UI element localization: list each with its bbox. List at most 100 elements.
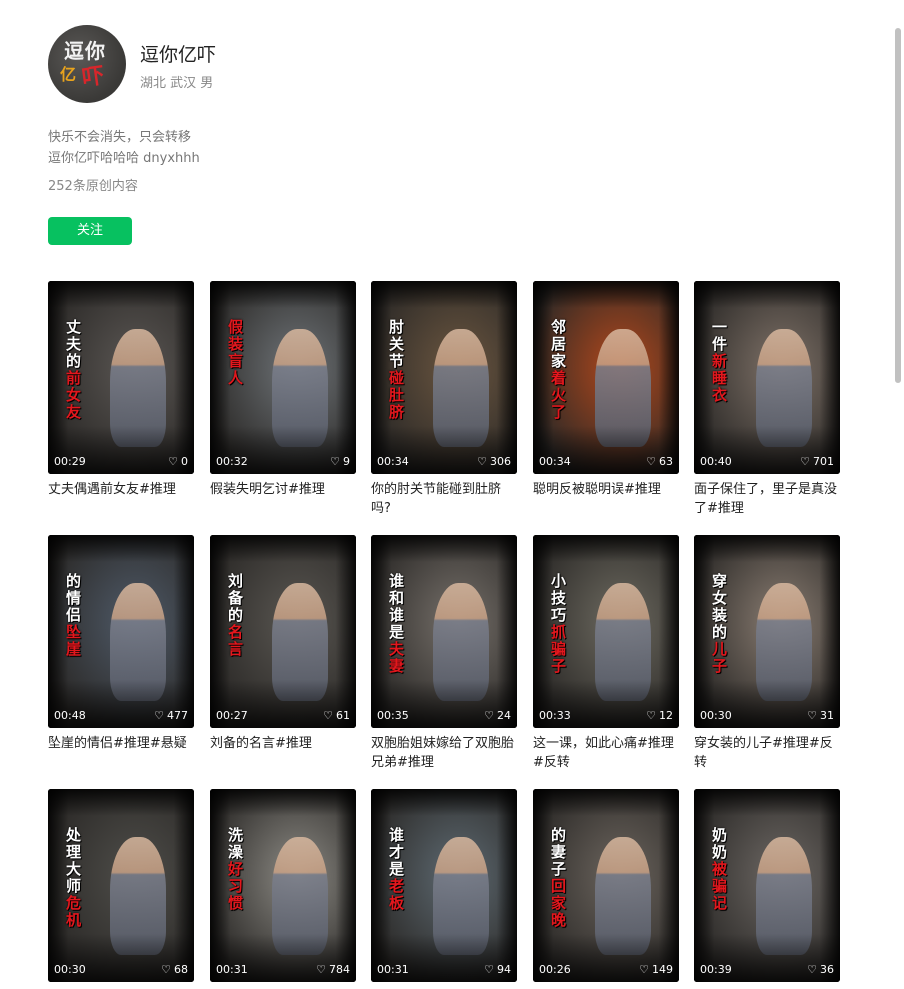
- video-title[interactable]: 双胞胎姐妹嫁给了双胞胎兄弟#推理: [371, 734, 517, 772]
- video-title[interactable]: 丈夫偶遇前女友#推理: [48, 480, 194, 499]
- heart-icon: ♡: [161, 963, 171, 976]
- heart-icon: ♡: [323, 709, 333, 722]
- avatar[interactable]: 逗你 亿 吓: [48, 25, 126, 103]
- caption-red: 被骗记: [712, 860, 728, 912]
- video-duration: 00:32: [216, 455, 248, 468]
- video-card[interactable]: 刘备的名言 00:27 ♡ 61 刘备的名言#推理: [210, 535, 356, 753]
- thumbnail-caption: 处理大师危机: [66, 827, 88, 929]
- thumbnail-caption: 谁才是老板: [389, 827, 411, 912]
- caption-red: 夫妻: [389, 640, 405, 675]
- thumbnail-caption: 丈夫的前女友: [66, 319, 88, 421]
- heart-icon: ♡: [807, 709, 817, 722]
- thumbnail-caption: 肘关节碰肚脐: [389, 319, 411, 421]
- caption-white: 洗澡: [228, 826, 244, 861]
- video-card[interactable]: 丈夫的前女友 00:29 ♡ 0 丈夫偶遇前女友#推理: [48, 281, 194, 499]
- like-count: 63: [659, 455, 673, 468]
- video-duration: 00:34: [377, 455, 409, 468]
- caption-white: 刘备的: [228, 572, 244, 624]
- video-card[interactable]: 处理大师危机 00:30 ♡ 68: [48, 789, 194, 988]
- like-count: 0: [181, 455, 188, 468]
- video-thumbnail[interactable]: 肘关节碰肚脐 00:34 ♡ 306: [371, 281, 517, 474]
- video-card[interactable]: 谁才是老板 00:31 ♡ 94: [371, 789, 517, 988]
- video-likes: ♡ 0: [168, 455, 188, 468]
- video-card[interactable]: 的情侣坠崖 00:48 ♡ 477 坠崖的情侣#推理#悬疑: [48, 535, 194, 753]
- video-duration: 00:39: [700, 963, 732, 976]
- video-thumbnail[interactable]: 丈夫的前女友 00:29 ♡ 0: [48, 281, 194, 474]
- follow-button[interactable]: 关注: [48, 217, 132, 245]
- video-card[interactable]: 邻居家着火了 00:34 ♡ 63 聪明反被聪明误#推理: [533, 281, 679, 499]
- video-card[interactable]: 的妻子回家晚 00:26 ♡ 149: [533, 789, 679, 988]
- video-thumbnail[interactable]: 的情侣坠崖 00:48 ♡ 477: [48, 535, 194, 728]
- heart-icon: ♡: [477, 455, 487, 468]
- video-card[interactable]: 假装盲人 00:32 ♡ 9 假装失明乞讨#推理: [210, 281, 356, 499]
- video-card[interactable]: 奶奶被骗记 00:39 ♡ 36: [694, 789, 840, 988]
- video-title[interactable]: 假装失明乞讨#推理: [210, 480, 356, 499]
- thumbnail-caption: 假装盲人: [228, 319, 250, 387]
- video-card[interactable]: 小技巧抓骗子 00:33 ♡ 12 这一课，如此心痛#推理#反转: [533, 535, 679, 772]
- video-likes: ♡ 31: [807, 709, 834, 722]
- profile-location: 湖北 武汉 男: [140, 76, 214, 91]
- video-likes: ♡ 61: [323, 709, 350, 722]
- video-thumbnail[interactable]: 穿女装的儿子 00:30 ♡ 31: [694, 535, 840, 728]
- caption-white: 丈夫的: [66, 318, 82, 370]
- caption-red: 回家晚: [551, 877, 567, 929]
- video-duration: 00:30: [54, 963, 86, 976]
- video-thumbnail[interactable]: 的妻子回家晚 00:26 ♡ 149: [533, 789, 679, 982]
- video-card[interactable]: 洗澡好习惯 00:31 ♡ 784: [210, 789, 356, 988]
- caption-red: 抓骗子: [551, 623, 567, 675]
- video-title[interactable]: 这一课，如此心痛#推理#反转: [533, 734, 679, 772]
- video-thumbnail[interactable]: 一件新睡衣 00:40 ♡ 701: [694, 281, 840, 474]
- video-card[interactable]: 谁和谁是夫妻 00:35 ♡ 24 双胞胎姐妹嫁给了双胞胎兄弟#推理: [371, 535, 517, 772]
- video-card[interactable]: 肘关节碰肚脐 00:34 ♡ 306 你的肘关节能碰到肚脐吗?: [371, 281, 517, 518]
- thumbnail-caption: 邻居家着火了: [551, 319, 573, 421]
- video-thumbnail[interactable]: 假装盲人 00:32 ♡ 9: [210, 281, 356, 474]
- caption-red: 危机: [66, 894, 82, 929]
- video-thumbnail[interactable]: 处理大师危机 00:30 ♡ 68: [48, 789, 194, 982]
- video-card[interactable]: 穿女装的儿子 00:30 ♡ 31 穿女装的儿子#推理#反转: [694, 535, 840, 772]
- video-likes: ♡ 36: [807, 963, 834, 976]
- profile-bio-line-1: 快乐不会消失，只会转移: [48, 130, 192, 145]
- video-thumbnail[interactable]: 小技巧抓骗子 00:33 ♡ 12: [533, 535, 679, 728]
- like-count: 149: [652, 963, 673, 976]
- video-thumbnail[interactable]: 洗澡好习惯 00:31 ♡ 784: [210, 789, 356, 982]
- caption-white: 小技巧: [551, 572, 567, 624]
- thumbnail-caption: 刘备的名言: [228, 573, 250, 658]
- video-title[interactable]: 坠崖的情侣#推理#悬疑: [48, 734, 194, 753]
- video-duration: 00:35: [377, 709, 409, 722]
- video-title[interactable]: 刘备的名言#推理: [210, 734, 356, 753]
- video-card[interactable]: 一件新睡衣 00:40 ♡ 701 面子保住了，里子是真没了#推理: [694, 281, 840, 518]
- scrollbar[interactable]: [895, 28, 901, 383]
- video-title[interactable]: 面子保住了，里子是真没了#推理: [694, 480, 840, 518]
- heart-icon: ♡: [316, 963, 326, 976]
- video-thumbnail[interactable]: 刘备的名言 00:27 ♡ 61: [210, 535, 356, 728]
- video-likes: ♡ 306: [477, 455, 511, 468]
- video-title[interactable]: 你的肘关节能碰到肚脐吗?: [371, 480, 517, 518]
- video-likes: ♡ 94: [484, 963, 511, 976]
- heart-icon: ♡: [484, 963, 494, 976]
- video-likes: ♡ 63: [646, 455, 673, 468]
- caption-red: 新睡衣: [712, 352, 728, 404]
- video-duration: 00:40: [700, 455, 732, 468]
- video-title[interactable]: 穿女装的儿子#推理#反转: [694, 734, 840, 772]
- avatar-text-left: 亿: [60, 65, 77, 84]
- video-thumbnail[interactable]: 谁才是老板 00:31 ♡ 94: [371, 789, 517, 982]
- caption-white: 谁和谁是: [389, 572, 405, 641]
- like-count: 12: [659, 709, 673, 722]
- video-thumbnail[interactable]: 奶奶被骗记 00:39 ♡ 36: [694, 789, 840, 982]
- video-duration: 00:33: [539, 709, 571, 722]
- heart-icon: ♡: [484, 709, 494, 722]
- original-content-count: 252条原创内容: [48, 179, 138, 194]
- video-thumbnail[interactable]: 谁和谁是夫妻 00:35 ♡ 24: [371, 535, 517, 728]
- video-title[interactable]: 聪明反被聪明误#推理: [533, 480, 679, 499]
- video-likes: ♡ 477: [154, 709, 188, 722]
- like-count: 68: [174, 963, 188, 976]
- like-count: 306: [490, 455, 511, 468]
- like-count: 61: [336, 709, 350, 722]
- caption-red: 老板: [389, 877, 405, 912]
- video-likes: ♡ 701: [800, 455, 834, 468]
- thumbnail-caption: 穿女装的儿子: [712, 573, 734, 675]
- video-thumbnail[interactable]: 邻居家着火了 00:34 ♡ 63: [533, 281, 679, 474]
- video-duration: 00:48: [54, 709, 86, 722]
- caption-white: 穿女装的: [712, 572, 728, 641]
- caption-white: 处理大师: [66, 826, 82, 895]
